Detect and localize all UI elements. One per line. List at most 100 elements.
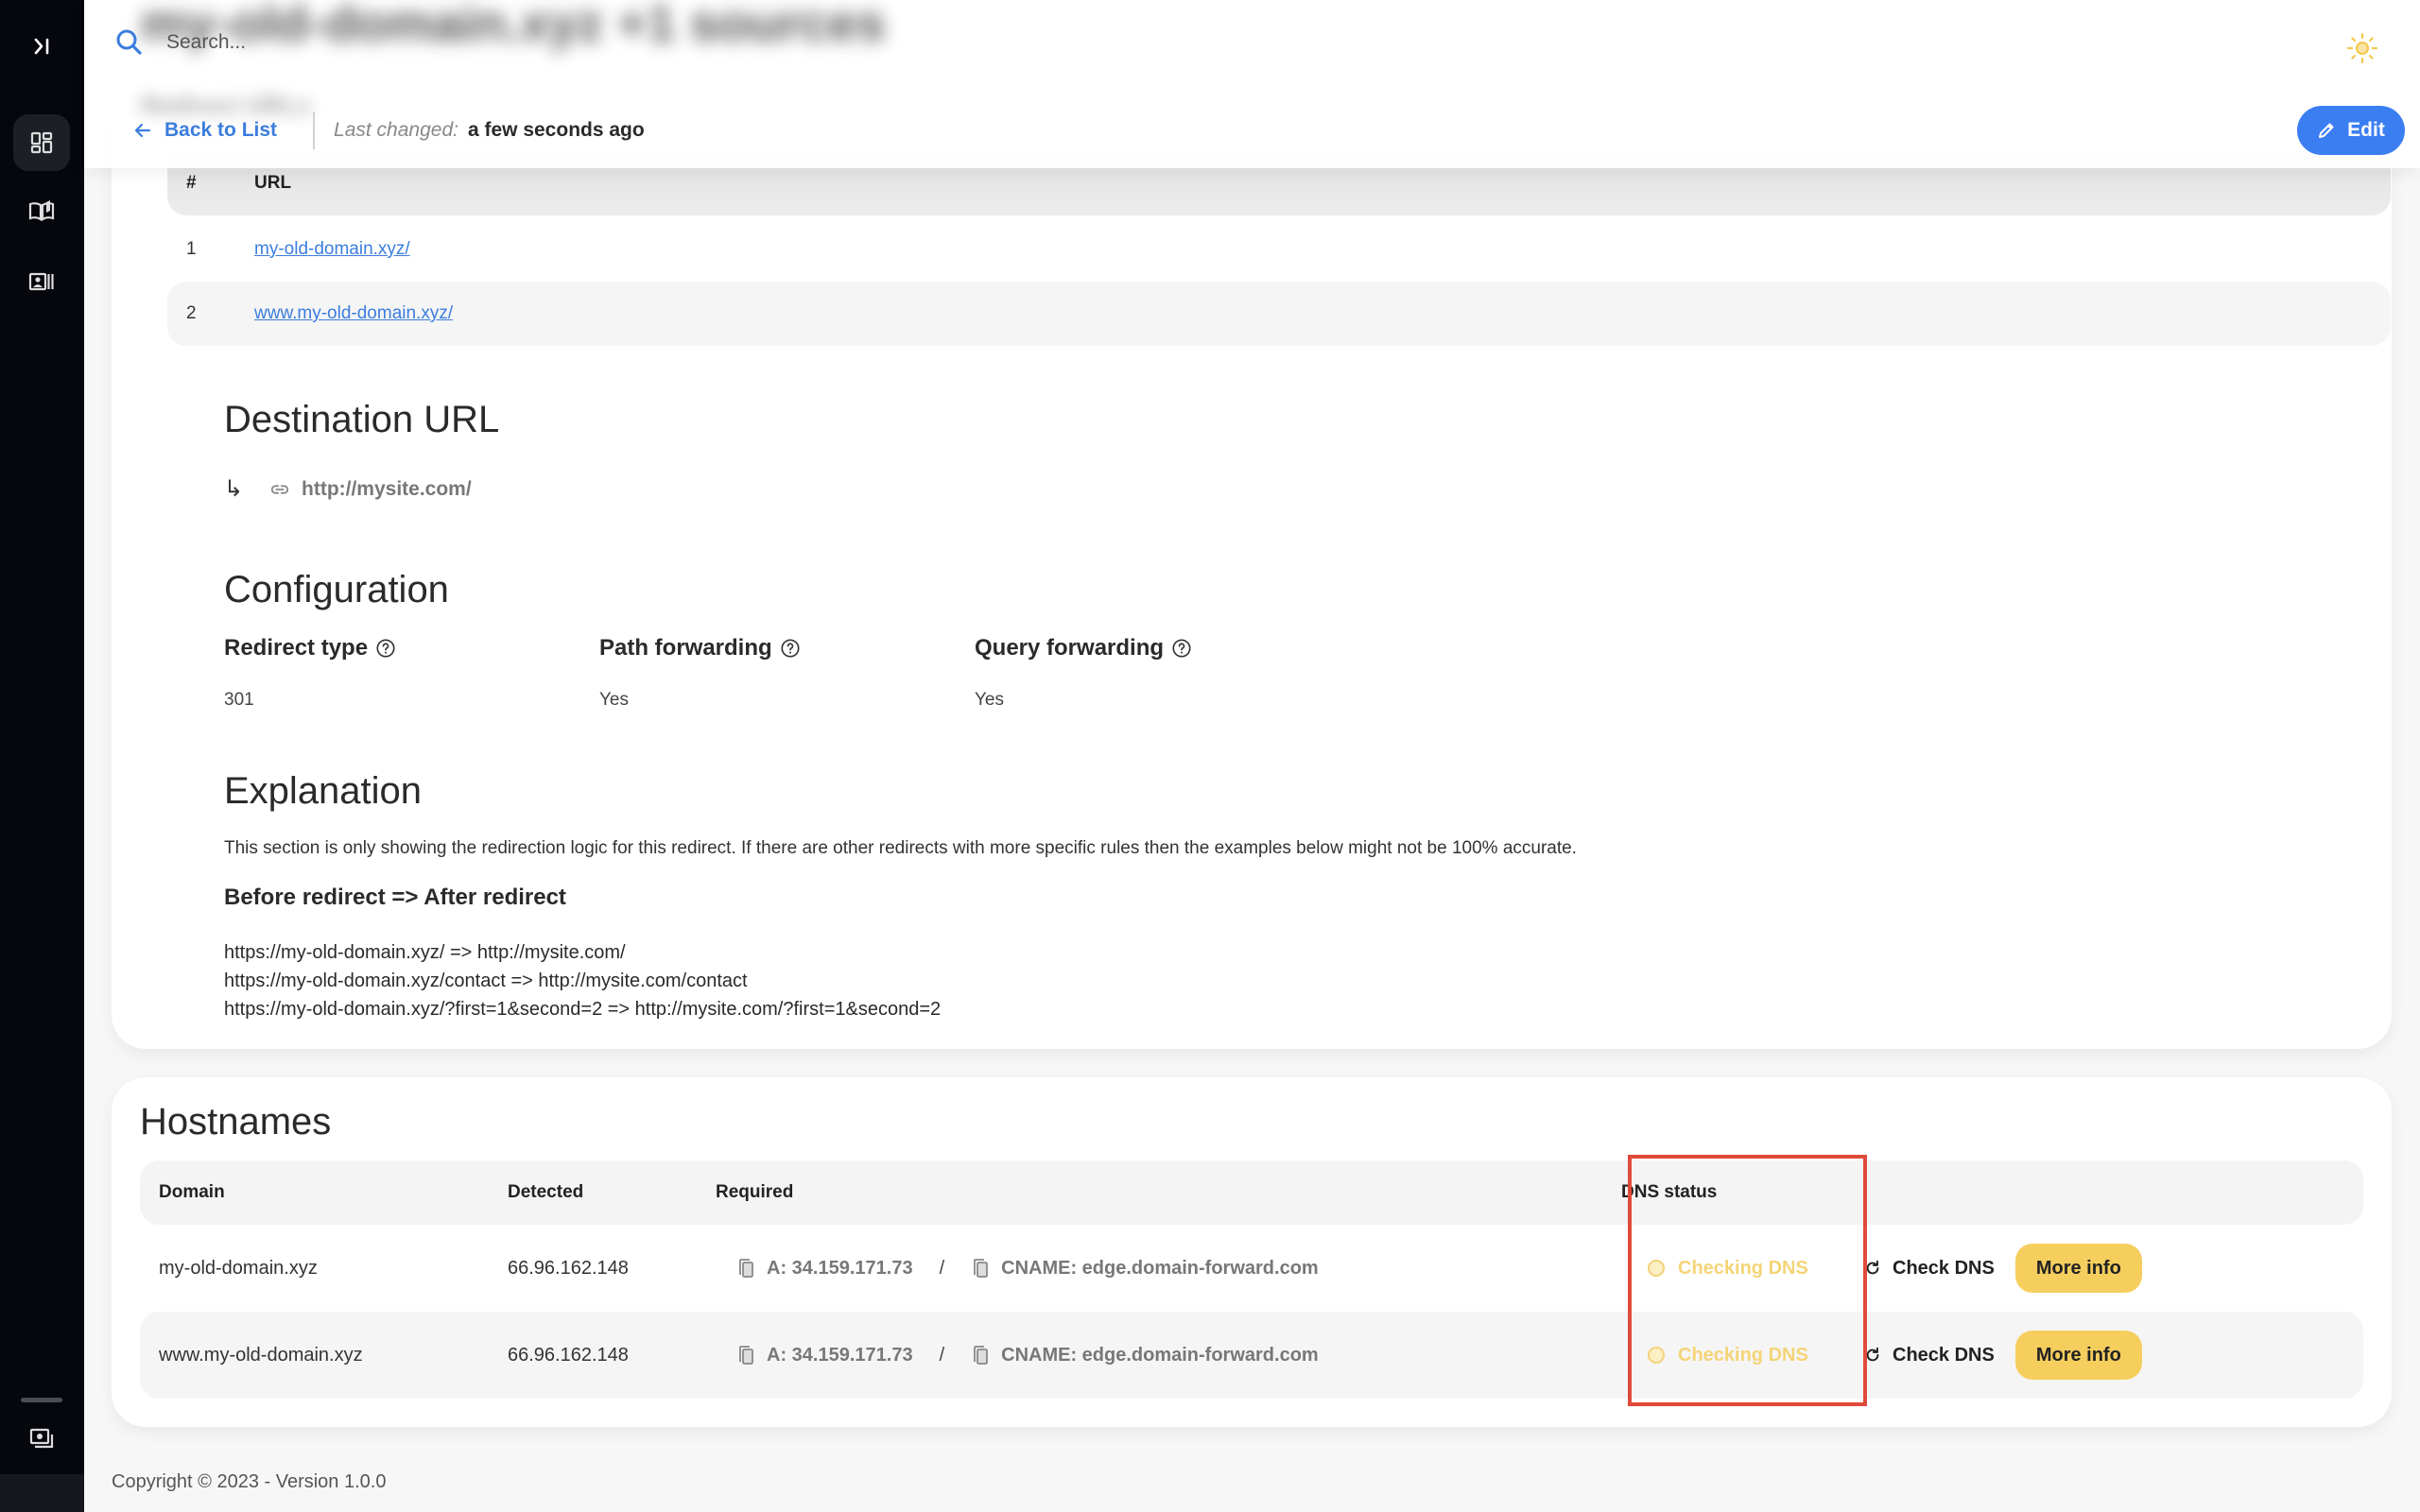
destination-url-link[interactable]: http://mysite.com/ [302,478,472,501]
dashboard-icon [30,131,53,154]
config-path-forwarding: Path forwarding Yes [599,635,975,711]
row-actions: Check DNS More info [1860,1331,2142,1380]
sun-icon[interactable] [2346,32,2378,64]
help-icon[interactable] [1171,638,1192,659]
config-redirect-type: Redirect type 301 [224,635,599,711]
last-changed-label: Last changed: [334,119,458,141]
arrow-left-icon [134,123,151,138]
redirect-examples: https://my-old-domain.xyz/ => http://mys… [224,938,941,1023]
main-content: # URL 1 my-old-domain.xyz/ 2 www.my-old-… [84,0,2420,1512]
hostname-required-records: A: 34.159.171.73 / CNAME: edge.domain-fo… [716,1258,1619,1280]
required-cname-record[interactable]: CNAME: edge.domain-forward.com [1001,1258,1319,1280]
help-icon[interactable] [375,638,396,659]
redirect-example: https://my-old-domain.xyz/ => http://mys… [224,942,626,963]
contact-card-icon [28,272,54,291]
row-number: 2 [186,303,197,323]
config-label: Path forwarding [599,635,975,662]
check-dns-button[interactable]: Check DNS [1864,1345,1995,1366]
copy-icon[interactable] [736,1345,755,1366]
sidebar-toggle-button[interactable] [13,18,70,75]
explanation-subtitle: Before redirect => After redirect [224,885,566,910]
hostnames-heading: Hostnames [140,1101,332,1143]
status-pending-icon [1648,1260,1665,1277]
config-label: Query forwarding [975,635,1350,662]
status-pending-icon [1648,1347,1665,1364]
column-header-domain: Domain [159,1182,225,1202]
back-to-list-link[interactable]: Back to List [132,119,277,142]
column-header-detected: Detected [508,1182,584,1202]
required-a-record[interactable]: A: 34.159.171.73 [767,1345,913,1366]
config-label: Redirect type [224,635,599,662]
explanation-text: This section is only showing the redirec… [224,838,1577,858]
source-url-link[interactable]: www.my-old-domain.xyz/ [254,303,453,324]
footer-copyright: Copyright © 2023 - Version 1.0.0 [112,1471,387,1492]
copy-icon[interactable] [971,1345,990,1366]
dns-status-text: Checking DNS [1678,1257,1808,1279]
pencil-icon [2319,123,2334,138]
top-bar: my-old-domain.xyz +1 sources Redirect UR… [84,0,2420,168]
explanation-heading: Explanation [224,770,423,812]
destination-url-row: ↳ http://mysite.com/ [224,475,472,503]
refresh-icon [1866,1260,1879,1275]
destination-url-heading: Destination URL [224,399,500,440]
redirect-details-card: # URL 1 my-old-domain.xyz/ 2 www.my-old-… [112,113,2392,1049]
redirect-arrow-icon: ↳ [224,476,244,502]
hostname-required-records: A: 34.159.171.73 / CNAME: edge.domain-fo… [716,1345,1619,1366]
copy-icon[interactable] [971,1258,990,1279]
collapse-expand-icon [34,38,49,55]
edit-label: Edit [2347,119,2385,141]
check-dns-label: Check DNS [1893,1344,1995,1366]
hostname-detected-ip: 66.96.162.148 [508,1344,629,1366]
table-header: Domain Detected Required DNS status [140,1160,2363,1225]
edit-button[interactable]: Edit [2297,106,2405,155]
table-row: www.my-old-domain.xyz 66.96.162.148 A: 3… [140,1312,2363,1399]
hostname-detected-ip: 66.96.162.148 [508,1257,629,1279]
column-header-dns-status: DNS status [1621,1182,1718,1202]
breadcrumb-divider [313,112,316,149]
book-icon [28,200,55,221]
redirect-example: https://my-old-domain.xyz/?first=1&secon… [224,999,942,1020]
sidebar-item-dashboard[interactable] [13,114,70,171]
row-actions: Check DNS More info [1860,1244,2142,1293]
dns-status-text: Checking DNS [1678,1344,1808,1366]
redirect-example: https://my-old-domain.xyz/contact => htt… [224,971,748,991]
billing-icon [29,1428,54,1449]
table-row: my-old-domain.xyz 66.96.162.148 A: 34.15… [140,1225,2363,1312]
back-to-list-label: Back to List [164,119,278,141]
row-number: 1 [186,239,197,259]
search-bar [113,26,639,59]
check-dns-label: Check DNS [1893,1257,1995,1279]
required-cname-record[interactable]: CNAME: edge.domain-forward.com [1001,1345,1319,1366]
sidebar-item-billing[interactable] [13,1410,70,1467]
source-url-table: # URL 1 my-old-domain.xyz/ 2 www.my-old-… [167,151,2391,346]
hostnames-table: Domain Detected Required DNS status my-o… [140,1160,2363,1399]
record-separator: / [939,1344,945,1366]
table-row: 1 my-old-domain.xyz/ [167,217,2391,282]
configuration-grid: Redirect type 301 Path forwarding Yes Qu… [224,635,1350,711]
check-dns-button[interactable]: Check DNS [1864,1258,1995,1280]
dns-status: Checking DNS [1619,1345,1860,1366]
search-input[interactable] [166,31,639,54]
hostnames-card: Hostnames Domain Detected Required DNS s… [112,1077,2392,1427]
query-forwarding-label: Query forwarding [975,635,1165,661]
sidebar-item-contacts[interactable] [13,253,70,310]
path-forwarding-value: Yes [599,690,629,710]
copy-icon[interactable] [736,1258,755,1279]
table-row: 2 www.my-old-domain.xyz/ [167,282,2391,346]
search-icon [116,29,142,55]
more-info-button[interactable]: More info [2014,1244,2142,1293]
source-url-link[interactable]: my-old-domain.xyz/ [254,239,410,260]
hostname-domain: my-old-domain.xyz [159,1257,318,1279]
link-icon [270,484,289,494]
more-info-button[interactable]: More info [2014,1331,2142,1380]
help-icon[interactable] [780,638,801,659]
query-forwarding-value: Yes [975,690,1004,710]
sidebar-item-docs[interactable] [13,182,70,239]
config-query-forwarding: Query forwarding Yes [975,635,1350,711]
sidebar-divider [21,1398,62,1402]
required-a-record[interactable]: A: 34.159.171.73 [767,1258,913,1280]
column-header-required: Required [716,1182,794,1202]
column-header-url: URL [254,173,292,193]
redirect-type-label: Redirect type [224,635,369,661]
breadcrumb: Back to List Last changed: a few seconds… [132,112,645,149]
